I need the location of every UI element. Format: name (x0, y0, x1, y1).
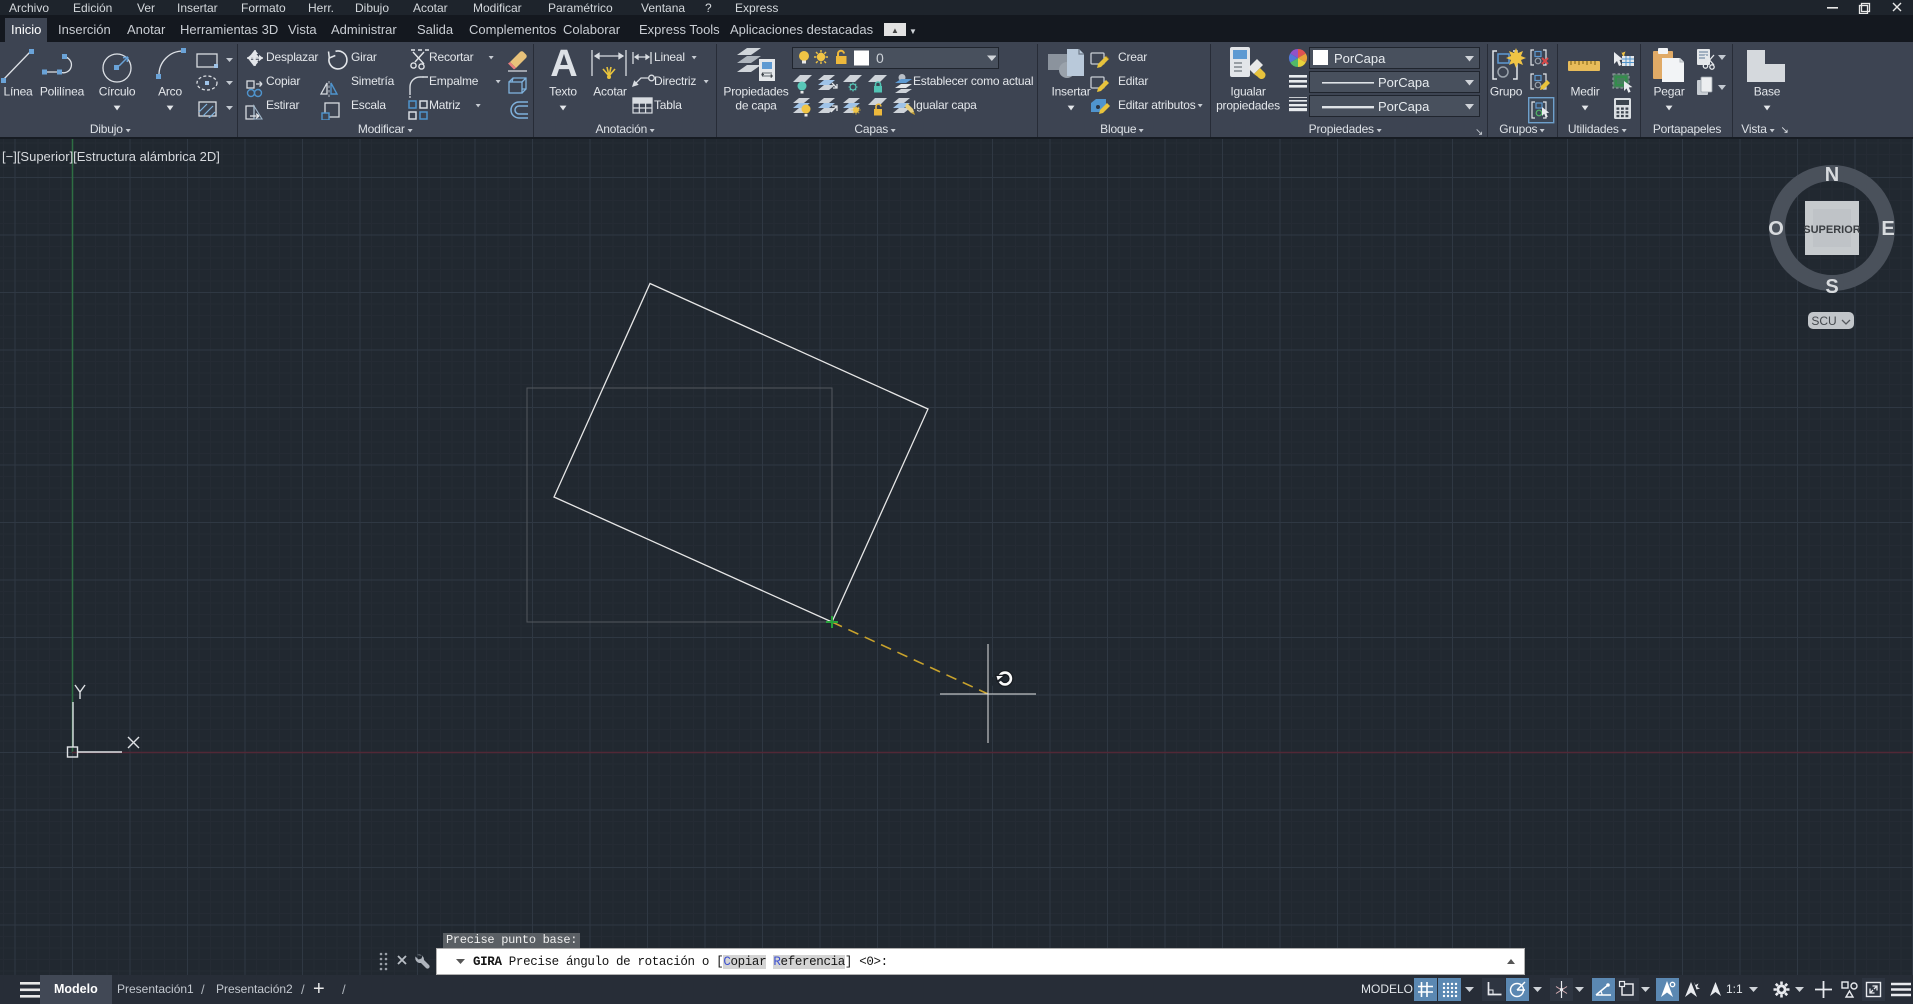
svg-text:E: E (1881, 218, 1894, 240)
svg-text:O: O (1768, 218, 1784, 240)
svg-text:N: N (1825, 164, 1839, 186)
svg-text:0: 0 (876, 50, 884, 66)
svg-text:S: S (1825, 276, 1838, 298)
svg-text:SCU: SCU (1811, 314, 1836, 328)
svg-text:SUPERIOR: SUPERIOR (1803, 224, 1861, 236)
